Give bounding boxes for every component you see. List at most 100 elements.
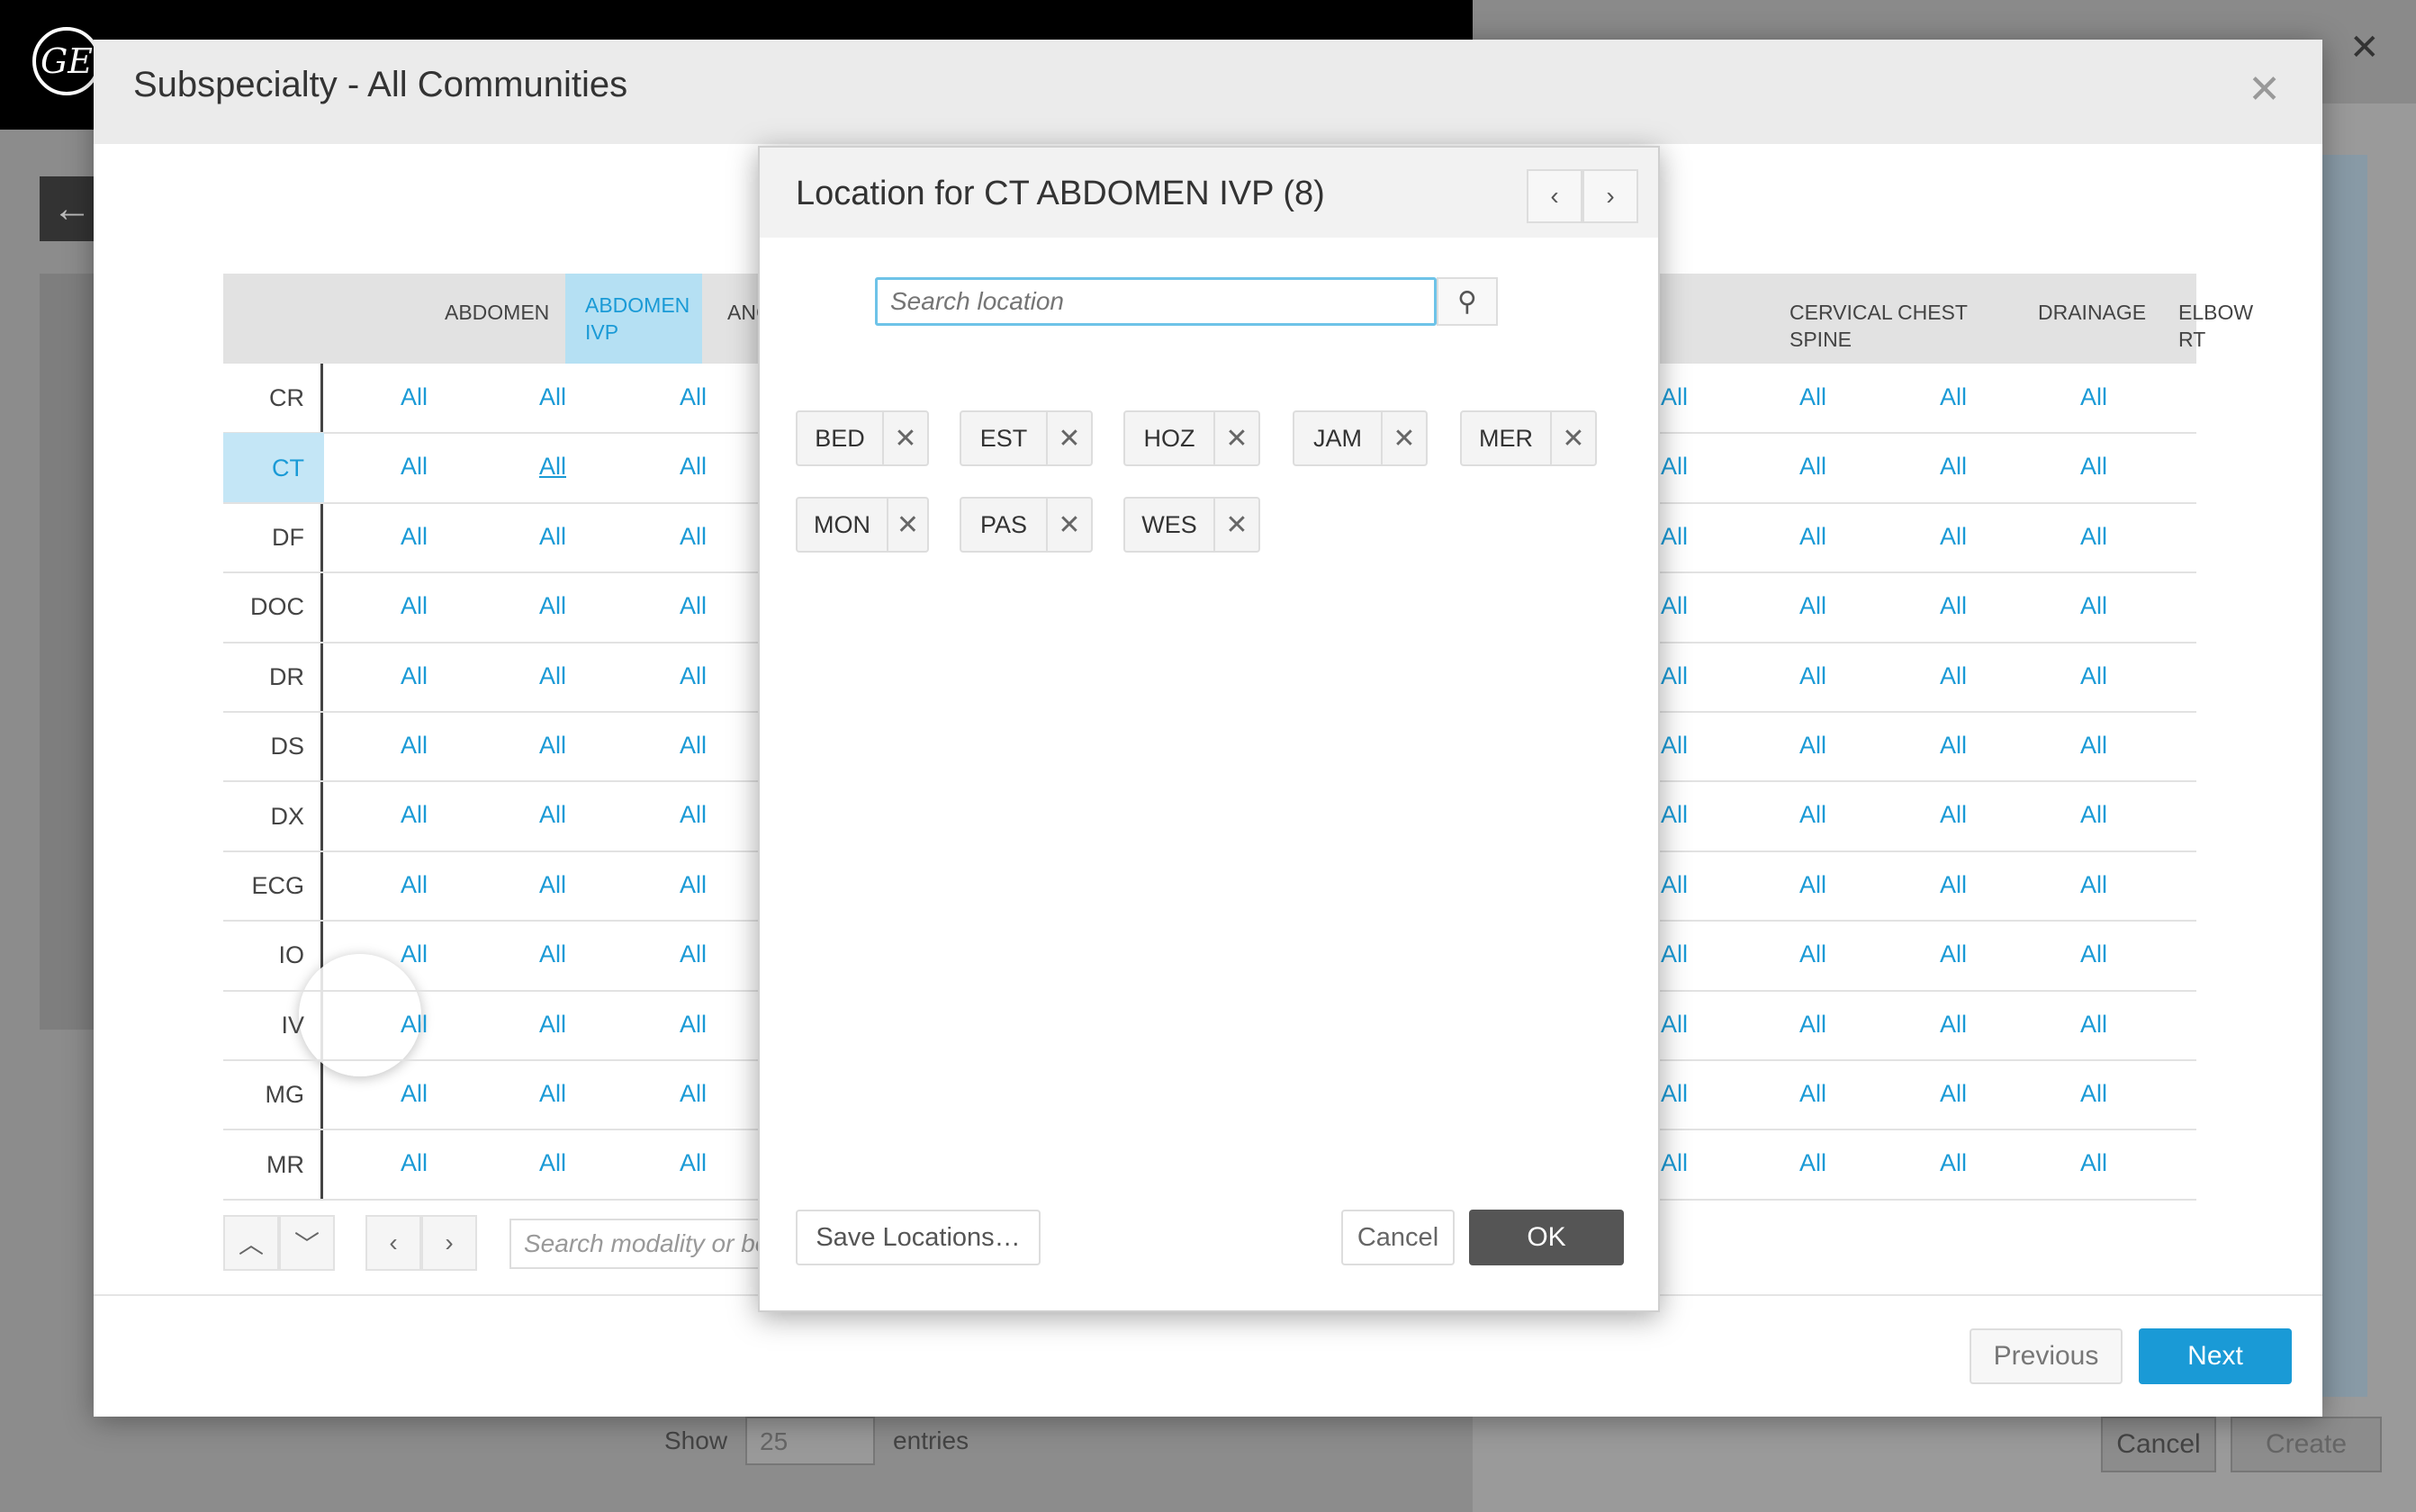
prev-cell-button[interactable]: ‹	[1527, 169, 1582, 223]
previous-button[interactable]: Previous	[1970, 1328, 2123, 1384]
grid-cell-all[interactable]: All	[401, 453, 428, 481]
modality-search-input[interactable]: Search modality or body part	[509, 1219, 780, 1269]
grid-cell-all[interactable]: All	[680, 1149, 707, 1177]
next-cell-button[interactable]: ›	[1582, 169, 1638, 223]
grid-cell-all[interactable]: All	[539, 801, 566, 829]
row-header-ct[interactable]: CT	[223, 433, 324, 503]
grid-cell-all[interactable]: All	[1799, 592, 1826, 620]
grid-cell-all[interactable]: All	[401, 1080, 428, 1108]
grid-cell-all[interactable]: All	[401, 1149, 428, 1177]
grid-cell-all[interactable]: All	[1940, 1149, 1967, 1177]
grid-cell-all[interactable]: All	[401, 1011, 428, 1039]
grid-cell-all[interactable]: All	[1661, 940, 1688, 968]
grid-cell-all[interactable]: All	[1799, 383, 1826, 411]
remove-location-icon[interactable]: ✕	[888, 499, 927, 551]
row-header-mr[interactable]: MR	[223, 1130, 324, 1199]
grid-cell-all[interactable]: All	[1940, 383, 1967, 411]
grid-cell-all[interactable]: All	[1799, 801, 1826, 829]
row-header-ecg[interactable]: ECG	[223, 851, 324, 921]
grid-cell-all[interactable]: All	[401, 940, 428, 968]
grid-cell-all[interactable]: All	[401, 523, 428, 551]
grid-cell-all[interactable]: All	[680, 1011, 707, 1039]
grid-cell-all[interactable]: All	[680, 801, 707, 829]
grid-cell-all[interactable]: All	[401, 801, 428, 829]
grid-cell-all[interactable]: All	[2080, 383, 2107, 411]
row-header-io[interactable]: IO	[223, 921, 324, 990]
scroll-left-button[interactable]: ‹	[365, 1215, 421, 1271]
grid-cell-all[interactable]: All	[1799, 732, 1826, 760]
column-header-drainage[interactable]: DRAINAGE	[2038, 299, 2146, 326]
location-search-input[interactable]	[875, 277, 1437, 326]
grid-cell-all[interactable]: All	[680, 871, 707, 899]
remove-location-icon[interactable]: ✕	[1215, 412, 1258, 464]
grid-cell-all[interactable]: All	[1661, 1149, 1688, 1177]
search-button[interactable]: ⚲	[1437, 277, 1498, 326]
grid-cell-all[interactable]: All	[680, 732, 707, 760]
grid-cell-all[interactable]: All	[2080, 592, 2107, 620]
remove-location-icon[interactable]: ✕	[1048, 499, 1091, 551]
grid-cell-all[interactable]: All	[1799, 662, 1826, 690]
grid-cell-all[interactable]: All	[1661, 592, 1688, 620]
grid-cell-all[interactable]: All	[1661, 732, 1688, 760]
row-header-dr[interactable]: DR	[223, 643, 324, 712]
remove-location-icon[interactable]: ✕	[884, 412, 927, 464]
grid-cell-all[interactable]: All	[1799, 871, 1826, 899]
background-close-icon[interactable]: ✕	[2349, 27, 2380, 68]
grid-cell-all[interactable]: All	[680, 1080, 707, 1108]
grid-cell-all[interactable]: All	[1940, 453, 1967, 481]
grid-cell-all[interactable]: All	[1661, 383, 1688, 411]
row-header-df[interactable]: DF	[223, 503, 324, 572]
grid-cell-all[interactable]: All	[1661, 1080, 1688, 1108]
grid-cell-all[interactable]: All	[680, 523, 707, 551]
grid-cell-all[interactable]: All	[401, 871, 428, 899]
grid-cell-all[interactable]: All	[2080, 871, 2107, 899]
grid-cell-all[interactable]: All	[2080, 732, 2107, 760]
grid-cell-all[interactable]: All	[1940, 592, 1967, 620]
grid-cell-all[interactable]: All	[539, 1149, 566, 1177]
entries-select[interactable]: 25	[745, 1417, 876, 1465]
grid-cell-all[interactable]: All	[1940, 871, 1967, 899]
remove-location-icon[interactable]: ✕	[1215, 499, 1258, 551]
grid-cell-all[interactable]: All	[2080, 662, 2107, 690]
column-header-abdomen[interactable]: ABDOMEN	[445, 299, 549, 326]
close-icon[interactable]: ✕	[2248, 67, 2281, 112]
grid-cell-all[interactable]: All	[539, 383, 566, 411]
grid-cell-all[interactable]: All	[539, 732, 566, 760]
grid-cell-all[interactable]: All	[539, 1080, 566, 1108]
grid-cell-all[interactable]: All	[1940, 1080, 1967, 1108]
row-header-mg[interactable]: MG	[223, 1060, 324, 1130]
remove-location-icon[interactable]: ✕	[1552, 412, 1595, 464]
row-header-doc[interactable]: DOC	[223, 572, 324, 642]
column-header-abdomen-ivp[interactable]: ABDOMEN IVP	[565, 274, 702, 364]
grid-cell-all[interactable]: All	[1661, 1011, 1688, 1039]
grid-cell-all[interactable]: All	[1799, 940, 1826, 968]
grid-cell-all[interactable]: All	[401, 383, 428, 411]
grid-cell-all[interactable]: All	[539, 871, 566, 899]
remove-location-icon[interactable]: ✕	[1383, 412, 1426, 464]
grid-cell-all[interactable]: All	[2080, 523, 2107, 551]
background-cancel-button[interactable]: Cancel	[2101, 1417, 2216, 1472]
grid-cell-all[interactable]: All	[401, 732, 428, 760]
grid-cell-all[interactable]: All	[680, 662, 707, 690]
grid-cell-all[interactable]: All	[1799, 1149, 1826, 1177]
grid-cell-all[interactable]: All	[1799, 453, 1826, 481]
grid-cell-all[interactable]: All	[539, 1011, 566, 1039]
row-header-dx[interactable]: DX	[223, 781, 324, 850]
grid-cell-all[interactable]: All	[539, 453, 566, 481]
grid-cell-all[interactable]: All	[2080, 801, 2107, 829]
grid-cell-all[interactable]: All	[401, 592, 428, 620]
grid-cell-all[interactable]: All	[1940, 1011, 1967, 1039]
grid-cell-all[interactable]: All	[1940, 662, 1967, 690]
grid-cell-all[interactable]: All	[539, 940, 566, 968]
column-header-elbow-rt[interactable]: ELBOW RT	[2178, 299, 2253, 353]
row-header-iv[interactable]: IV	[223, 991, 324, 1060]
grid-cell-all[interactable]: All	[680, 940, 707, 968]
save-locations-button[interactable]: Save Locations…	[796, 1210, 1041, 1265]
scroll-down-button[interactable]: ﹀	[279, 1215, 335, 1271]
grid-cell-all[interactable]: All	[1661, 523, 1688, 551]
grid-cell-all[interactable]: All	[2080, 1011, 2107, 1039]
column-header-cervical-spine[interactable]: CERVICAL SPINE	[1789, 299, 1907, 353]
grid-cell-all[interactable]: All	[680, 453, 707, 481]
row-header-cr[interactable]: CR	[223, 364, 324, 433]
grid-cell-all[interactable]: All	[2080, 453, 2107, 481]
